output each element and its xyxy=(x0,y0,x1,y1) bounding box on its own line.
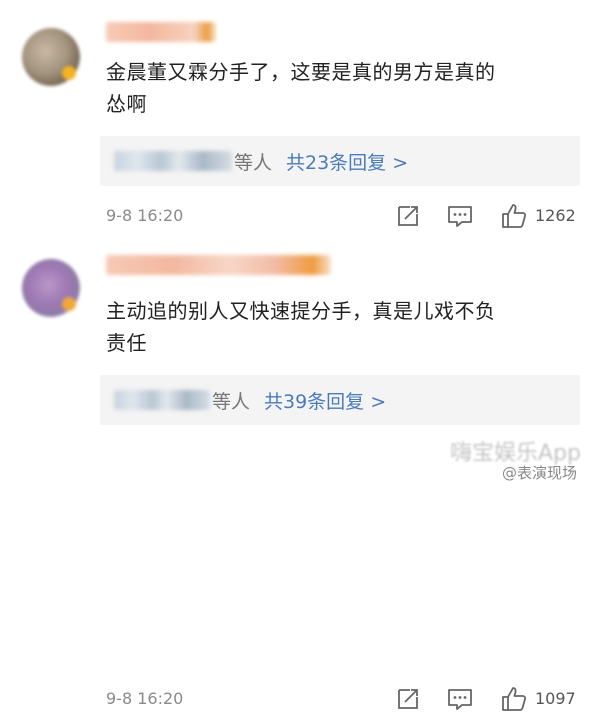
username-blurred[interactable] xyxy=(106,255,331,275)
share-icon[interactable] xyxy=(394,202,422,230)
comment-item: 金晨董又霖分手了，这要是真的男方是真的 怂啊 等人 共23条回复 > 9-8 1… xyxy=(0,0,600,243)
thumbs-up-icon[interactable] xyxy=(500,202,528,230)
avatar[interactable] xyxy=(22,259,80,317)
comment-text-line: 金晨董又霖分手了，这要是真的男方是真的 xyxy=(106,60,496,84)
username-blurred[interactable] xyxy=(106,22,216,42)
share-icon[interactable] xyxy=(394,685,422,713)
verified-badge-icon xyxy=(62,66,76,80)
view-replies-link[interactable]: 共39条回复 > xyxy=(264,387,386,414)
comment-text: 主动追的别人又快速提分手，真是儿戏不负 责任 xyxy=(106,295,570,359)
thumbs-up-icon[interactable] xyxy=(500,685,528,713)
verified-badge-icon xyxy=(62,297,76,311)
comment-meta: 9-8 16:20 1097 xyxy=(0,685,600,715)
like-count: 1262 xyxy=(535,206,576,225)
avatar[interactable] xyxy=(22,28,80,86)
reply-suffix: 等人 xyxy=(234,152,273,174)
like-count: 1097 xyxy=(535,689,576,708)
comment-text-line: 责任 xyxy=(106,331,147,355)
comment-meta: 9-8 16:20 1262 xyxy=(0,202,600,232)
reply-suffix: 等人 xyxy=(212,391,251,413)
replies-preview[interactable]: 等人 共39条回复 > xyxy=(100,375,580,425)
reply-usernames-blurred xyxy=(114,390,210,410)
timestamp: 9-8 16:20 xyxy=(106,689,184,708)
comment-text: 金晨董又霖分手了，这要是真的男方是真的 怂啊 xyxy=(106,56,570,120)
comment-text-line: 主动追的别人又快速提分手，真是儿戏不负 xyxy=(106,299,496,323)
timestamp: 9-8 16:20 xyxy=(106,206,184,225)
comment-text-line: 怂啊 xyxy=(106,92,147,116)
comment-item: 主动追的别人又快速提分手，真是儿戏不负 责任 等人 共39条回复 > 9-8 1… xyxy=(0,243,600,711)
comment-icon[interactable] xyxy=(446,685,474,713)
comment-icon[interactable] xyxy=(446,202,474,230)
replies-preview[interactable]: 等人 共23条回复 > xyxy=(100,136,580,186)
reply-usernames-blurred xyxy=(114,151,232,171)
view-replies-link[interactable]: 共23条回复 > xyxy=(286,148,408,175)
